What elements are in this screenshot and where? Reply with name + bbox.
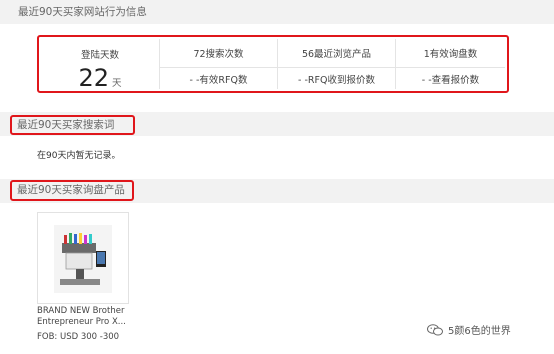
search-empty-message: 在90天内暂无记录。 [37, 151, 121, 161]
product-image[interactable] [54, 225, 112, 293]
login-days-label: 登陆天数 [80, 50, 119, 61]
login-days-cell: 登陆天数 22 天 [41, 39, 159, 90]
embroidery-machine-icon [54, 225, 112, 293]
product-title-line2[interactable]: Entrepreneur Pro X... [37, 317, 126, 328]
section-header-behavior: 最近90天买家网站行为信息 [0, 0, 554, 24]
watermark: 5颜6色的世界 [427, 322, 511, 337]
valid-inquiry-cell: 1有效询盘数 [395, 39, 505, 67]
section-title-behavior: 最近90天买家网站行为信息 [18, 6, 147, 18]
search-count-cell: 72搜索次数 [159, 39, 277, 67]
login-days-unit: 天 [112, 78, 122, 89]
stats-panel: 登陆天数 22 天 72搜索次数 56最近浏览产品 1有效询盘数 - -有效RFQ… [37, 35, 509, 93]
section-title-search: 最近90天买家搜索词 [10, 115, 135, 135]
section-title-inquiry-text: 最近90天买家询盘产品 [17, 184, 125, 196]
view-quotes-cell: - -查看报价数 [395, 67, 505, 89]
watermark-text: 5颜6色的世界 [448, 326, 511, 337]
valid-rfq-cell: - -有效RFQ数 [159, 67, 277, 89]
section-title-search-text: 最近90天买家搜索词 [17, 119, 115, 131]
product-title[interactable]: BRAND NEW Brother Entrepreneur Pro X... [37, 306, 126, 328]
wechat-icon [427, 323, 443, 335]
product-price: FOB: USD 300 -300 [37, 332, 120, 342]
login-days-value: 22 天 [78, 66, 121, 96]
product-title-line1[interactable]: BRAND NEW Brother [37, 306, 126, 317]
product-card[interactable] [37, 212, 129, 304]
section-title-inquiry: 最近90天买家询盘产品 [10, 180, 134, 201]
rfq-quotes-cell: - -RFQ收到报价数 [277, 67, 395, 89]
recent-viewed-cell: 56最近浏览产品 [277, 39, 395, 67]
login-days-number: 22 [78, 64, 110, 92]
